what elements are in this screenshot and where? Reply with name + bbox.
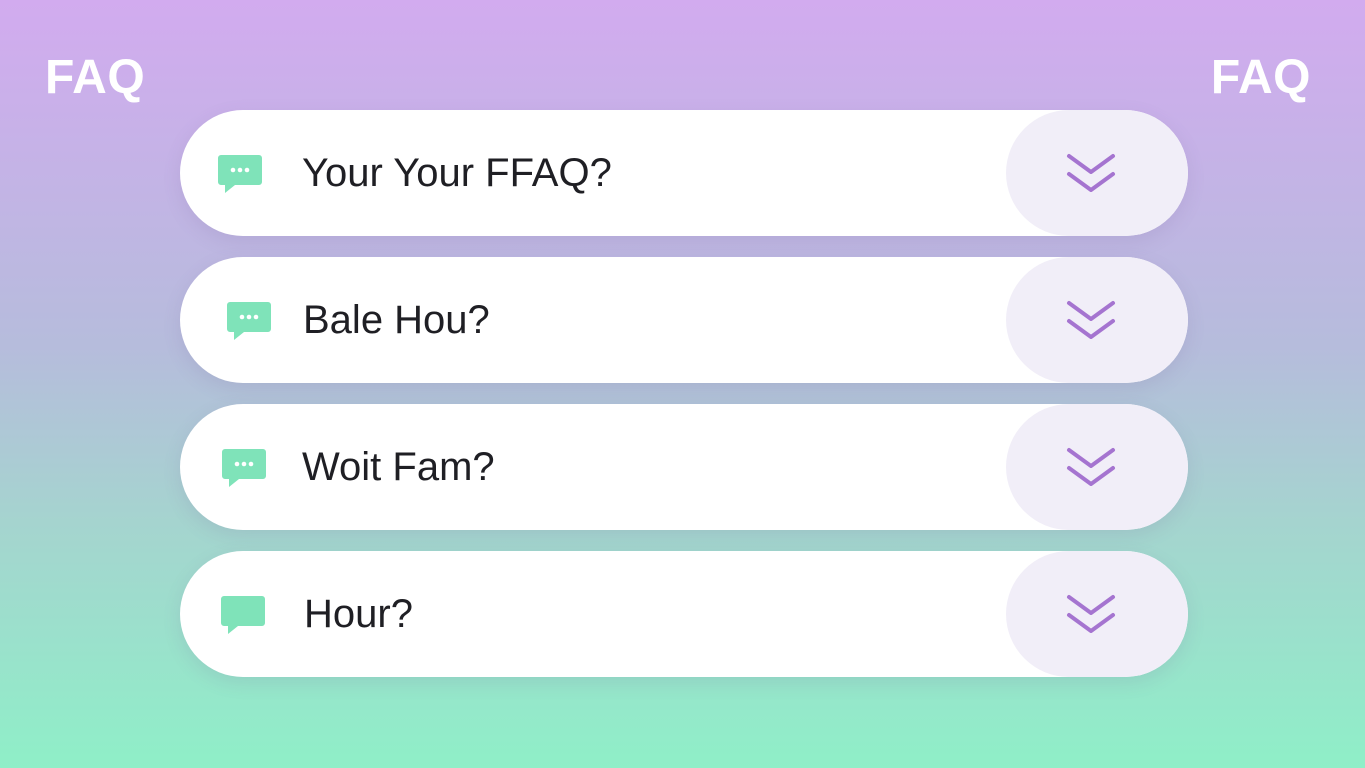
chat-bubble-dots-icon	[221, 448, 267, 488]
expand-toggle-button[interactable]	[1006, 404, 1188, 530]
double-chevron-down-icon	[1063, 297, 1119, 347]
page-title-left: FAQ	[45, 51, 146, 104]
chat-bubble-dots-icon	[226, 301, 272, 341]
expand-toggle-button[interactable]	[1006, 257, 1188, 383]
page-title-right: FAQ	[1210, 51, 1311, 104]
double-chevron-down-icon	[1063, 444, 1119, 494]
faq-item[interactable]: Hour?	[180, 551, 1188, 677]
chat-bubble-icon	[220, 595, 266, 635]
faq-question: Your Your FFAQ?	[302, 151, 612, 195]
faq-question: Hour?	[304, 592, 413, 636]
faq-item[interactable]: Your Your FFAQ?	[180, 110, 1188, 236]
double-chevron-down-icon	[1063, 150, 1119, 200]
faq-item[interactable]: Bale Hou?	[180, 257, 1188, 383]
faq-question: Bale Hou?	[303, 298, 490, 342]
expand-toggle-button[interactable]	[1006, 110, 1188, 236]
faq-item[interactable]: Woit Fam?	[180, 404, 1188, 530]
faq-list: Your Your FFAQ? Bale Hou? Woit Fam? Hour…	[180, 110, 1188, 677]
expand-toggle-button[interactable]	[1006, 551, 1188, 677]
double-chevron-down-icon	[1063, 591, 1119, 641]
faq-question: Woit Fam?	[302, 445, 495, 489]
chat-bubble-dots-icon	[217, 154, 263, 194]
